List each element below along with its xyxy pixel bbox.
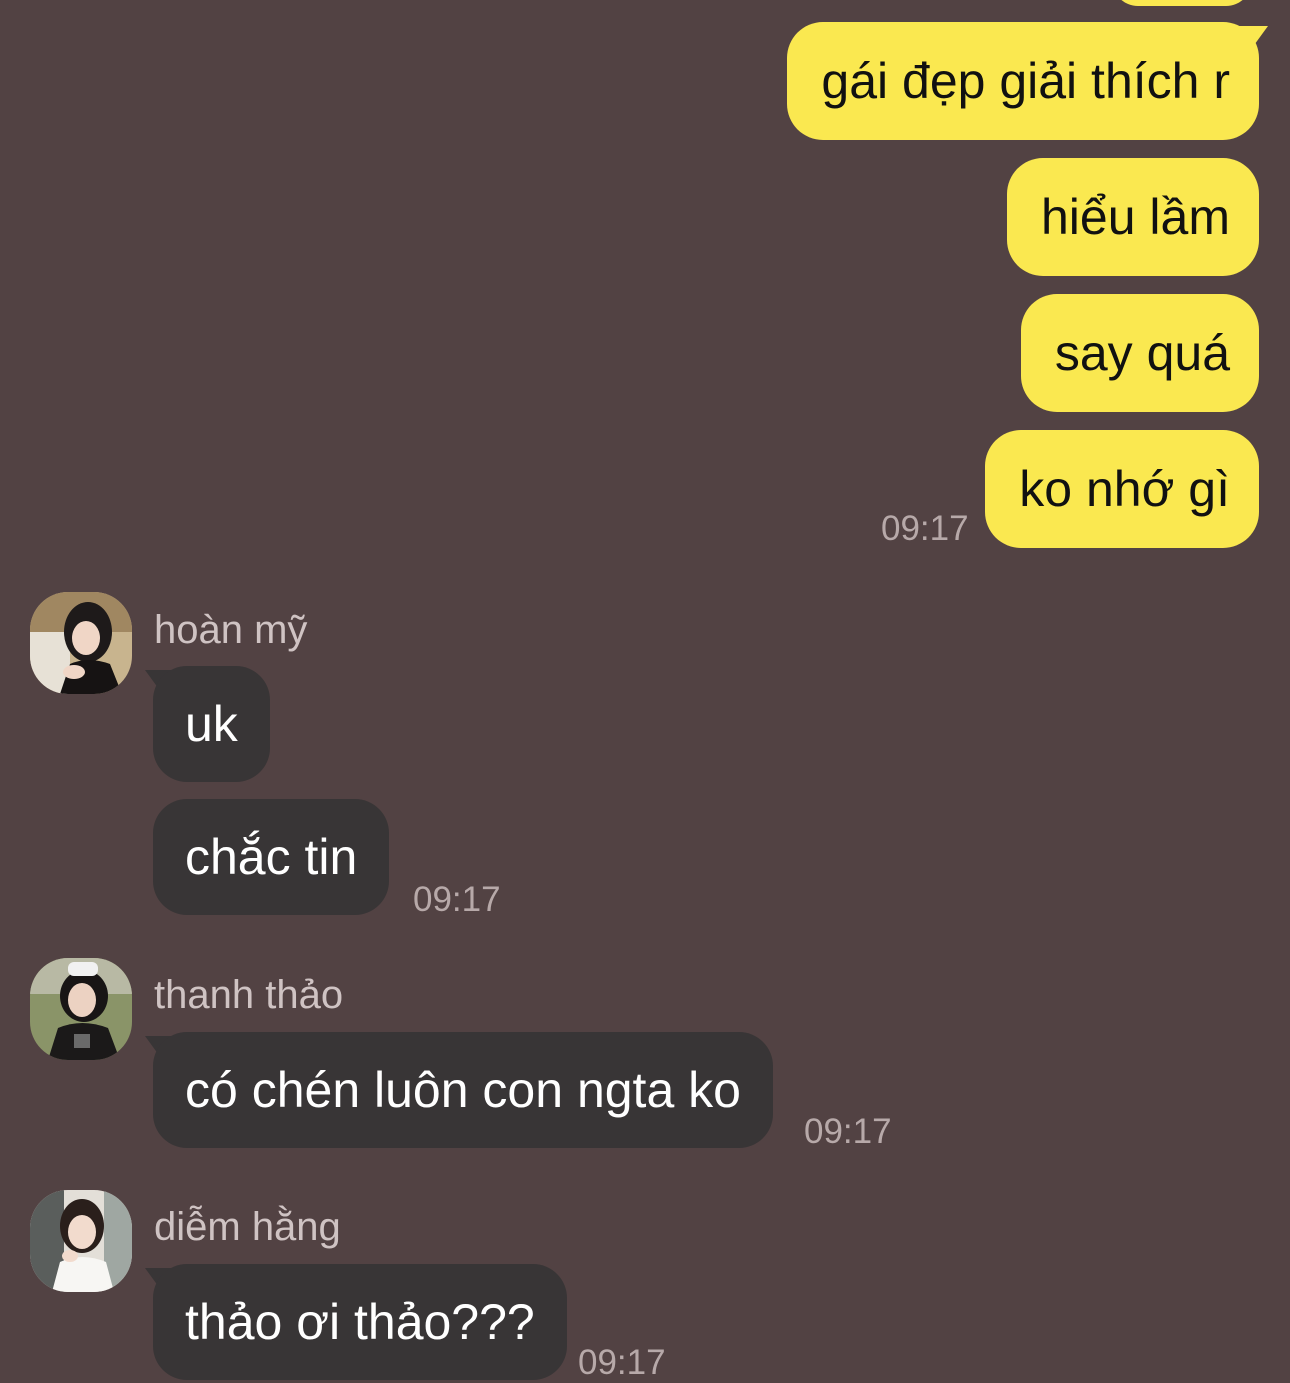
outgoing-message-bubble[interactable]: gái đẹp giải thích r	[787, 22, 1259, 140]
avatar-photo-icon	[30, 958, 132, 1060]
user-photo-avatar[interactable]	[30, 1190, 132, 1292]
outgoing-message-bubble[interactable]: ko nhớ gì	[985, 430, 1259, 548]
message-timestamp: 09:17	[804, 1112, 892, 1151]
user-photo-avatar[interactable]	[30, 958, 132, 1060]
avatar-photo-icon	[30, 592, 132, 694]
incoming-message-bubble[interactable]: chắc tin	[153, 799, 390, 915]
sender-name: thanh thảo	[154, 973, 344, 1017]
message-timestamp: 09:17	[578, 1343, 666, 1382]
outgoing-message-bubble[interactable]: say quá	[1020, 294, 1259, 412]
sender-name: hoàn mỹ	[154, 608, 308, 652]
incoming-message-bubble[interactable]: uk	[153, 666, 270, 782]
message-timestamp: 09:17	[413, 880, 501, 919]
avatar-photo-icon	[30, 1190, 132, 1292]
previous-message-bubble[interactable]	[1112, 0, 1252, 6]
message-timestamp: 09:17	[881, 509, 969, 548]
incoming-message-bubble[interactable]: có chén luôn con ngta ko	[153, 1032, 773, 1148]
incoming-message-bubble[interactable]: thảo ơi thảo???	[153, 1264, 567, 1380]
sender-name: diễm hằng	[154, 1205, 341, 1249]
outgoing-message-bubble[interactable]: hiểu lầm	[1007, 158, 1259, 276]
user-photo-avatar[interactable]	[30, 592, 132, 694]
